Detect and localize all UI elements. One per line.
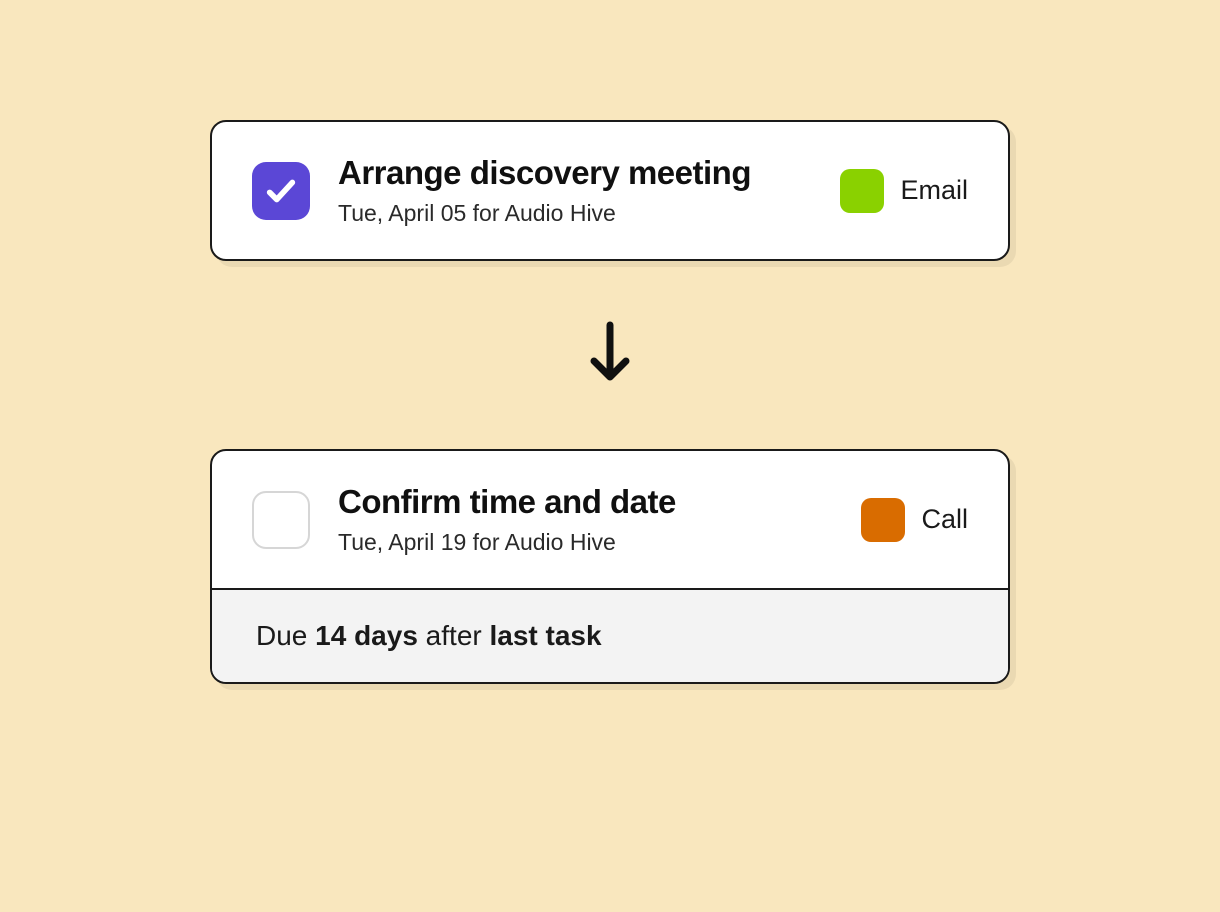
flow-arrow: [586, 321, 634, 383]
task-title: Confirm time and date: [338, 483, 833, 521]
tag-swatch-call: [861, 498, 905, 542]
task-subtitle: Tue, April 19 for Audio Hive: [338, 529, 833, 556]
tag-label: Call: [921, 504, 968, 535]
task-text: Confirm time and date Tue, April 19 for …: [338, 483, 833, 556]
checkbox-unchecked[interactable]: [252, 491, 310, 549]
due-prefix: Due: [256, 620, 315, 651]
task-subtitle: Tue, April 05 for Audio Hive: [338, 200, 812, 227]
task-title: Arrange discovery meeting: [338, 154, 812, 192]
arrow-down-icon: [586, 321, 634, 383]
due-rule-footer: Due 14 days after last task: [212, 588, 1008, 682]
due-mid: after: [418, 620, 490, 651]
task-card-1: Arrange discovery meeting Tue, April 05 …: [210, 120, 1010, 261]
tag-label: Email: [900, 175, 968, 206]
due-anchor: last task: [490, 620, 602, 651]
checkmark-icon: [264, 174, 298, 208]
task-row: Confirm time and date Tue, April 19 for …: [212, 451, 1008, 588]
checkbox-checked[interactable]: [252, 162, 310, 220]
task-row: Arrange discovery meeting Tue, April 05 …: [212, 122, 1008, 259]
task-tag[interactable]: Email: [840, 169, 968, 213]
tag-swatch-email: [840, 169, 884, 213]
task-tag[interactable]: Call: [861, 498, 968, 542]
task-card-2: Confirm time and date Tue, April 19 for …: [210, 449, 1010, 684]
due-interval: 14 days: [315, 620, 418, 651]
task-text: Arrange discovery meeting Tue, April 05 …: [338, 154, 812, 227]
